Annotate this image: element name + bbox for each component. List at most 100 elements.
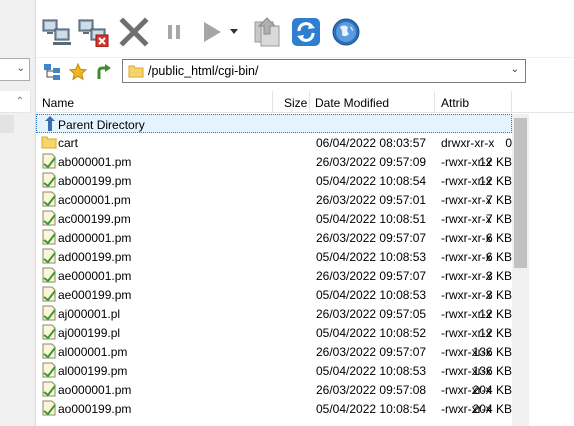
scrollbar-thumb[interactable] [514, 118, 527, 268]
left-selected-row[interactable] [0, 115, 14, 133]
play-icon [204, 22, 221, 42]
script-file-icon [42, 381, 56, 397]
file-attributes: -rwxr-xr-x [441, 345, 492, 359]
file-row[interactable]: ae000199.pm 3 KB 05/04/2022 10:08:53 -rwxr-… [36, 285, 512, 304]
play-button[interactable] [196, 16, 228, 48]
script-file-icon [42, 343, 56, 359]
script-file-icon [42, 229, 56, 245]
file-date-modified: 05/04/2022 10:08:53 [316, 364, 427, 378]
left-path-combo[interactable]: ⌄ [0, 58, 30, 81]
file-attributes: -rwxr-xr-x [441, 288, 492, 302]
folder-icon [41, 136, 57, 149]
column-attrib-header[interactable]: Attrib [441, 96, 469, 110]
script-file-icon [42, 362, 56, 378]
file-date-modified: 26/03/2022 09:57:01 [316, 193, 427, 207]
remote-file-list: Name Size Date Modified Attrib Parent Di… [36, 88, 574, 426]
file-row[interactable]: aj000001.pl 12 KB 26/03/2022 09:57:05 -rwxr… [36, 304, 512, 323]
file-date-modified: 05/04/2022 10:08:52 [316, 326, 427, 340]
file-row[interactable]: ao000199.pm 204 KB 05/04/2022 10:08:54 -rwx… [36, 399, 512, 418]
file-rows: Parent Directory cart 0 06/04/2022 08:03:5… [36, 114, 512, 418]
file-date-modified: 26/03/2022 09:57:07 [316, 269, 427, 283]
remote-path-bar: /public_html/cgi-bin/ ⌄ [36, 58, 574, 86]
left-pane-edge: ⌄ ⌃ [0, 0, 36, 426]
column-separator[interactable] [434, 91, 435, 113]
file-date-modified: 26/03/2022 09:57:09 [316, 155, 427, 169]
favorites-button[interactable] [68, 62, 88, 82]
queue-icon [254, 17, 280, 47]
file-attributes: -rwxr-xr-x [441, 193, 492, 207]
chevron-down-icon[interactable]: ⌄ [17, 63, 25, 74]
folder-row[interactable]: cart 0 06/04/2022 08:03:57 drwxr-xr-x [36, 133, 512, 152]
file-attributes: -rwxr-xr-x [441, 269, 492, 283]
column-separator[interactable] [511, 91, 512, 113]
file-attributes: -rwxr-xr-x [441, 212, 492, 226]
script-file-icon [42, 400, 56, 416]
connect-computers-icon [42, 19, 71, 45]
file-row[interactable]: ab000001.pm 12 KB 26/03/2022 09:57:09 -rwxr… [36, 152, 512, 171]
remote-path-input[interactable]: /public_html/cgi-bin/ ⌄ [122, 59, 526, 83]
column-separator[interactable] [272, 91, 273, 113]
refresh-icon [292, 18, 320, 46]
file-row[interactable]: ab000199.pm 12 KB 05/04/2022 10:08:54 -rwxr… [36, 171, 512, 190]
file-date-modified: 06/04/2022 08:03:57 [316, 136, 427, 150]
parent-directory-label: Parent Directory [58, 118, 145, 132]
file-attributes: -rwxr-xr-x [441, 402, 492, 416]
chevron-up-icon[interactable]: ⌃ [16, 96, 24, 107]
stop-button[interactable] [118, 16, 150, 48]
file-row[interactable]: al000199.pm 136 KB 05/04/2022 10:08:53 -rwx… [36, 361, 512, 380]
file-name: ae000001.pm [58, 269, 132, 283]
disconnect-computers-icon [78, 19, 109, 47]
file-row[interactable]: ao000001.pm 204 KB 26/03/2022 09:57:08 -rwx… [36, 380, 512, 399]
file-name: ao000001.pm [58, 383, 132, 397]
play-dropdown-button[interactable] [226, 16, 242, 48]
file-name: ab000199.pm [58, 174, 132, 188]
column-date-header[interactable]: Date Modified [315, 96, 389, 110]
file-date-modified: 26/03/2022 09:57:07 [316, 231, 427, 245]
column-header-row: Name Size Date Modified Attrib [36, 91, 574, 113]
stop-x-icon [119, 17, 149, 47]
file-row[interactable]: al000001.pm 136 KB 26/03/2022 09:57:07 -rwx… [36, 342, 512, 361]
remote-toolbar [36, 0, 574, 58]
refresh-button[interactable] [290, 16, 322, 48]
vertical-scrollbar[interactable] [512, 114, 529, 426]
up-level-icon [45, 116, 55, 131]
browser-button[interactable] [330, 16, 362, 48]
script-file-icon [42, 210, 56, 226]
file-date-modified: 05/04/2022 10:08:51 [316, 212, 427, 226]
up-folder-button[interactable] [94, 62, 114, 82]
left-column-header[interactable]: ⌃ [0, 91, 31, 113]
script-file-icon [42, 305, 56, 321]
file-attributes: -rwxr-xr-x [441, 383, 492, 397]
file-name: al000199.pm [58, 364, 128, 378]
file-row[interactable]: ac000199.pm 7 KB 05/04/2022 10:08:51 -rwxr-… [36, 209, 512, 228]
folder-icon [128, 65, 144, 78]
file-name: ae000199.pm [58, 288, 132, 302]
chevron-down-icon[interactable]: ⌄ [511, 64, 519, 75]
file-row[interactable]: ad000001.pm 6 KB 26/03/2022 09:57:07 -rwxr-… [36, 228, 512, 247]
script-file-icon [42, 267, 56, 283]
script-file-icon [42, 286, 56, 302]
file-name: ad000001.pm [58, 231, 132, 245]
file-attributes: -rwxr-xr-x [441, 307, 492, 321]
script-file-icon [42, 153, 56, 169]
connect-button[interactable] [42, 16, 74, 48]
file-attributes: drwxr-xr-x [441, 136, 495, 150]
file-name: cart [58, 136, 79, 150]
file-date-modified: 26/03/2022 09:57:08 [316, 383, 427, 397]
file-row[interactable]: aj000199.pl 12 KB 05/04/2022 10:08:52 -rwxr… [36, 323, 512, 342]
file-row[interactable]: ae000001.pm 3 KB 26/03/2022 09:57:07 -rwxr-… [36, 266, 512, 285]
file-date-modified: 05/04/2022 10:08:54 [316, 402, 427, 416]
file-row[interactable]: ac000001.pm 7 KB 26/03/2022 09:57:01 -rwxr-… [36, 190, 512, 209]
column-name-header[interactable]: Name [42, 96, 74, 110]
column-size-header[interactable]: Size [284, 96, 307, 110]
site-tree-button[interactable] [42, 62, 62, 82]
queue-button[interactable] [252, 16, 284, 48]
column-separator[interactable] [309, 91, 310, 113]
file-name: aj000199.pl [58, 326, 121, 340]
disconnect-button[interactable] [78, 16, 110, 48]
file-row[interactable]: ad000199.pm 6 KB 05/04/2022 10:08:53 -rwxr-… [36, 247, 512, 266]
script-file-icon [42, 172, 56, 188]
parent-directory-row[interactable]: Parent Directory [36, 114, 512, 133]
remote-path-text: /public_html/cgi-bin/ [148, 64, 259, 78]
pause-button[interactable] [158, 16, 190, 48]
